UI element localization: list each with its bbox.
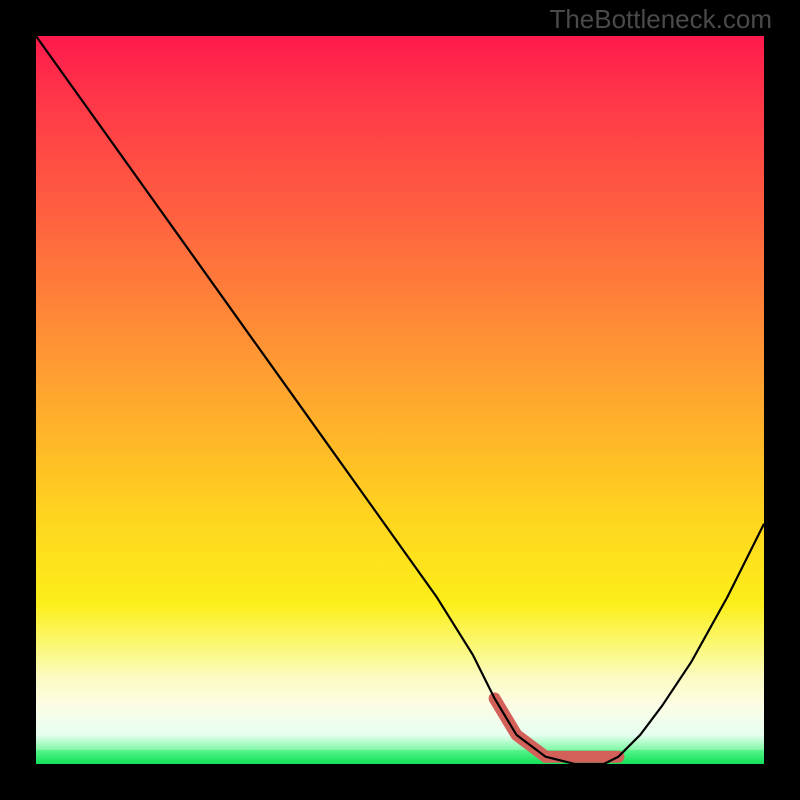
curve-layer [36,36,764,764]
chart-container: TheBottleneck.com [0,0,800,800]
watermark-text: TheBottleneck.com [549,4,772,35]
plot-area [36,36,764,764]
bottleneck-curve [36,36,764,764]
